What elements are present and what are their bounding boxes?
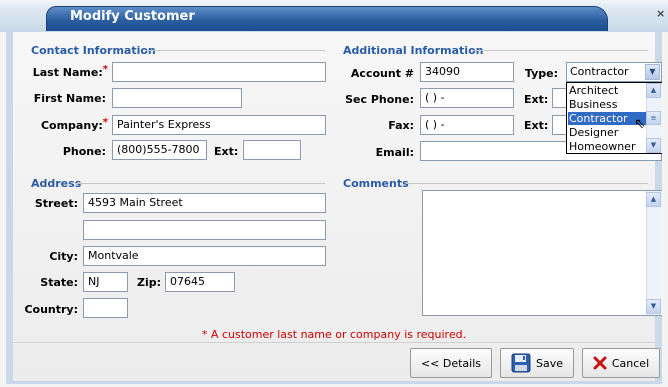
city-label: City: — [49, 250, 78, 263]
address-section-heading: Address — [31, 177, 82, 190]
window-title: Modify Customer — [70, 9, 195, 24]
red-x-icon — [593, 356, 607, 370]
phone-ext-input[interactable] — [243, 140, 301, 160]
account-label: Account # — [350, 67, 414, 80]
scroll-thumb[interactable]: ≡ — [646, 111, 661, 125]
company-input[interactable]: Painter's Express — [112, 115, 326, 135]
additional-section-heading: Additional Information — [343, 44, 484, 57]
sec-phone-ext-label: Ext: — [524, 93, 549, 106]
last-name-input[interactable] — [112, 62, 326, 82]
type-select-value: Contractor — [570, 65, 629, 78]
scroll-down-icon[interactable]: ▼ — [646, 138, 661, 153]
sec-phone-input[interactable]: ( ) - — [420, 88, 514, 108]
type-option-business[interactable]: Business — [568, 98, 647, 111]
chevron-down-icon[interactable]: ▼ — [645, 64, 660, 80]
street-label: Street: — [34, 197, 78, 210]
email-label: Email: — [375, 146, 414, 159]
footer-divider — [13, 342, 655, 343]
cancel-button-label: Cancel — [611, 356, 650, 370]
first-name-input[interactable] — [112, 88, 242, 108]
type-option-architect[interactable]: Architect — [568, 84, 647, 97]
comments-textarea[interactable]: ▲ ▼ — [422, 190, 662, 316]
phone-input[interactable]: (800)555-7800 — [112, 140, 207, 160]
save-button-label: Save — [535, 356, 563, 370]
required-marker: * — [102, 117, 108, 128]
zip-input[interactable]: 07645 — [165, 272, 235, 292]
required-message: * A customer last name or company is req… — [201, 328, 467, 341]
country-label: Country: — [24, 303, 78, 316]
sec-phone-label: Sec Phone: — [345, 93, 414, 106]
type-label: Type: — [524, 67, 558, 80]
account-input[interactable]: 34090 — [420, 62, 514, 82]
fax-ext-label: Ext: — [524, 119, 549, 132]
scroll-up-icon[interactable]: ▲ — [646, 83, 661, 98]
street-line2-input[interactable] — [83, 220, 326, 240]
comments-scrollbar[interactable] — [646, 191, 662, 315]
details-button[interactable]: << Details — [410, 348, 492, 378]
company-label: Company:* — [40, 117, 108, 132]
phone-ext-label: Ext: — [214, 145, 239, 158]
phone-label: Phone: — [62, 145, 106, 158]
type-select[interactable]: Contractor ▼ — [566, 62, 662, 82]
fax-input[interactable]: ( ) - — [420, 115, 514, 135]
sec-phone-ext-input[interactable] — [552, 88, 566, 108]
save-button[interactable]: Save — [500, 348, 574, 378]
address-section-rule — [75, 183, 325, 184]
scroll-down-icon[interactable]: ▼ — [646, 299, 661, 314]
contact-section-heading: Contact Information — [31, 44, 156, 57]
last-name-label: Last Name:* — [32, 64, 108, 79]
mouse-cursor-icon: ⇖ — [634, 116, 646, 132]
fax-ext-input[interactable] — [552, 115, 566, 135]
state-input[interactable]: NJ — [83, 272, 128, 292]
scroll-up-icon[interactable]: ▲ — [646, 192, 661, 207]
details-button-label: << Details — [420, 356, 482, 370]
additional-section-rule — [472, 50, 648, 51]
cancel-button[interactable]: Cancel — [582, 348, 660, 378]
required-marker: * — [102, 64, 108, 75]
state-label: State: — [40, 276, 78, 289]
city-input[interactable]: Montvale — [83, 246, 326, 266]
floppy-disk-icon — [511, 353, 531, 373]
zip-label: Zip: — [136, 276, 161, 289]
close-icon[interactable]: × — [656, 7, 668, 21]
type-dropdown-list[interactable]: Architect Business Contractor Designer H… — [566, 82, 662, 154]
contact-section-rule — [145, 50, 325, 51]
first-name-label: First Name: — [33, 92, 106, 105]
comments-section-heading: Comments — [343, 177, 409, 190]
street-input[interactable]: 4593 Main Street — [83, 193, 326, 213]
type-option-homeowner[interactable]: Homeowner — [568, 140, 647, 153]
country-input[interactable] — [83, 298, 128, 318]
comments-section-rule — [406, 183, 648, 184]
fax-label: Fax: — [388, 119, 414, 132]
